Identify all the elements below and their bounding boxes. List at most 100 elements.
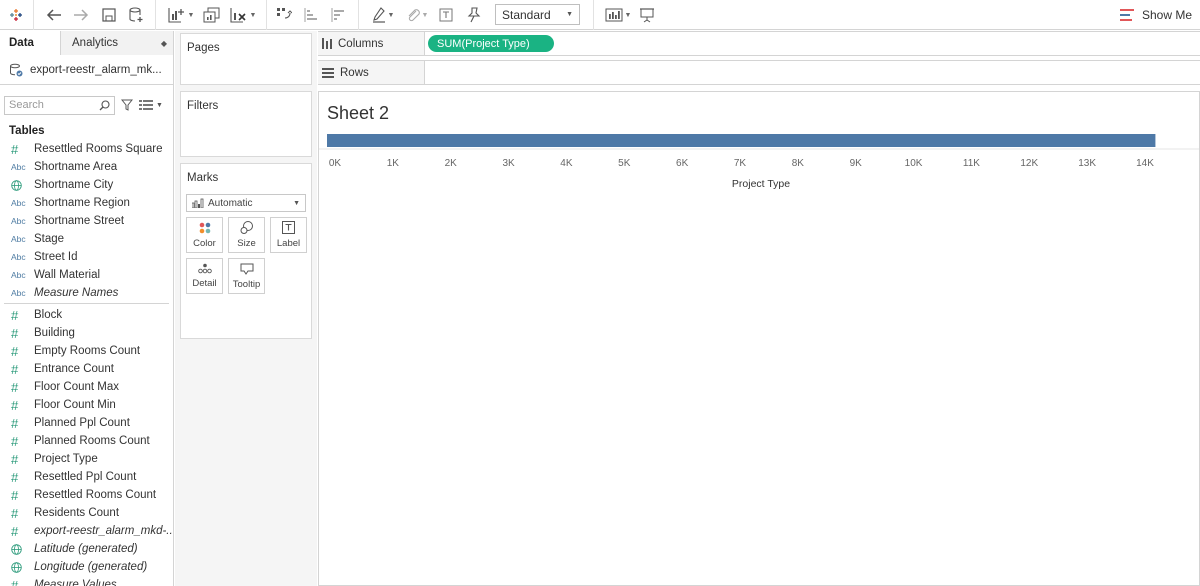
x-axis-title[interactable]: Project Type [732, 178, 790, 190]
field-item[interactable]: # Empty Rooms Count [0, 342, 173, 360]
number-field-icon: # [11, 487, 19, 503]
cards-pane: Pages Filters Marks Automatic ▼ Color Si… [175, 31, 317, 586]
show-mark-labels-icon[interactable] [437, 4, 455, 26]
color-button[interactable]: Color [186, 217, 223, 253]
sort-ascending-icon[interactable] [302, 4, 320, 26]
field-item[interactable]: Abc Wall Material [0, 266, 173, 284]
rows-shelf[interactable]: Rows [318, 60, 1200, 85]
search-input[interactable] [9, 99, 94, 111]
string-field-icon: Abc [11, 216, 26, 226]
field-item[interactable]: # Resettled Rooms Count [0, 486, 173, 504]
x-tick-label: 5K [618, 158, 631, 169]
field-item[interactable]: # Floor Count Min [0, 396, 173, 414]
field-item[interactable]: # Floor Count Max [0, 378, 173, 396]
datasource-item[interactable]: export-reestr_alarm_mk... [0, 55, 173, 85]
tab-analytics[interactable]: Analytics ◆ [61, 31, 173, 55]
detail-button[interactable]: Detail [186, 258, 223, 294]
size-button[interactable]: Size [228, 217, 265, 253]
x-tick-label: 7K [734, 158, 747, 169]
field-label: Shortname Area [34, 161, 118, 173]
number-field-icon: # [11, 451, 19, 467]
number-field-icon: # [11, 361, 19, 377]
field-item[interactable]: Abc Street Id [0, 248, 173, 266]
rows-label-text: Rows [340, 66, 369, 79]
field-divider [4, 302, 169, 304]
field-item[interactable]: Abc Stage [0, 230, 173, 248]
filter-icon[interactable] [121, 99, 133, 111]
duplicate-sheet-icon[interactable] [201, 4, 223, 26]
field-label: Floor Count Min [34, 399, 116, 411]
field-label: Planned Ppl Count [34, 417, 130, 429]
data-pane: Data Analytics ◆ export-reestr_alarm_mk.… [0, 31, 174, 586]
field-item[interactable]: Latitude (generated) [0, 540, 173, 558]
mark-type-select[interactable]: Automatic ▼ [186, 194, 306, 212]
field-item[interactable]: # Planned Rooms Count [0, 432, 173, 450]
field-item[interactable]: Shortname City [0, 176, 173, 194]
label-button[interactable]: Label [270, 217, 307, 253]
field-item[interactable]: Abc Shortname Region [0, 194, 173, 212]
highlight-icon[interactable]: ▼ [368, 4, 398, 26]
presentation-mode-icon[interactable] [638, 4, 656, 26]
x-tick-label: 6K [676, 158, 689, 169]
field-item[interactable]: # export-reestr_alarm_mkd-... [0, 522, 173, 540]
number-field-icon: # [11, 523, 19, 539]
tooltip-icon [240, 263, 253, 275]
field-label: Residents Count [34, 507, 120, 519]
sort-descending-icon[interactable] [329, 4, 347, 26]
pages-card[interactable]: Pages [180, 33, 312, 85]
x-tick-label: 3K [502, 158, 515, 169]
tab-data[interactable]: Data [0, 31, 61, 55]
field-item[interactable]: # Residents Count [0, 504, 173, 522]
field-item[interactable]: # Resettled Ppl Count [0, 468, 173, 486]
view-options-button[interactable]: ▼ [139, 100, 163, 110]
forward-icon[interactable] [72, 4, 90, 26]
save-icon[interactable] [100, 4, 118, 26]
worksheet-view[interactable]: Sheet 2 0K 1K 2K 3K 4K 5K 6K 7K 8K 9K 10K 11K 12K 13K… [318, 91, 1200, 586]
columns-icon [322, 38, 332, 49]
columns-shelf[interactable]: Columns SUM(Project Type) [318, 31, 1200, 56]
field-item[interactable]: Abc Shortname Area [0, 158, 173, 176]
field-item[interactable]: # Resettled Rooms Square [0, 140, 173, 158]
swap-rows-columns-icon[interactable] [275, 4, 293, 26]
field-label: Project Type [34, 453, 98, 465]
string-field-icon: Abc [11, 162, 26, 172]
filters-card-title: Filters [187, 100, 219, 112]
show-me-button[interactable]: Show Me [1120, 4, 1192, 26]
data-pane-tabs: Data Analytics ◆ [0, 31, 173, 55]
field-item[interactable]: Longitude (generated) [0, 558, 173, 576]
field-item[interactable]: # Planned Ppl Count [0, 414, 173, 432]
field-label: Shortname Region [34, 197, 130, 209]
back-icon[interactable] [45, 4, 63, 26]
globe-icon [11, 179, 34, 191]
field-item[interactable]: # Project Type [0, 450, 173, 468]
tableau-logo-icon[interactable] [7, 4, 25, 26]
clear-sheet-icon[interactable]: ▼ [227, 4, 259, 26]
group-members-icon[interactable]: ▼ [402, 4, 432, 26]
tooltip-button[interactable]: Tooltip [228, 258, 265, 294]
mark-buttons: Color Size Label Detail Tooltip [181, 212, 311, 299]
columns-pill-sum-project-type[interactable]: SUM(Project Type) [428, 35, 554, 52]
number-field-icon: # [11, 379, 19, 395]
bar-mark[interactable] [327, 134, 1156, 147]
collapse-toggle-icon[interactable]: ◆ [161, 39, 167, 48]
x-tick-label: 0K [329, 158, 342, 169]
search-row: ▼ [0, 89, 173, 121]
field-label: Entrance Count [34, 363, 114, 375]
field-item[interactable]: # Building [0, 324, 173, 342]
string-field-icon: Abc [11, 252, 26, 262]
pin-icon[interactable] [465, 4, 483, 26]
field-item[interactable]: Abc Shortname Street [0, 212, 173, 230]
field-item[interactable]: # Block [0, 306, 173, 324]
new-datasource-icon[interactable] [127, 4, 145, 26]
field-item[interactable]: Abc Measure Names [0, 284, 173, 302]
number-field-icon: # [11, 343, 19, 359]
number-field-icon: # [11, 307, 19, 323]
number-field-icon: # [11, 577, 19, 586]
field-item[interactable]: # Measure Values [0, 576, 173, 586]
show-cards-icon[interactable]: ▼ [603, 4, 633, 26]
filters-card[interactable]: Filters [180, 91, 312, 157]
new-worksheet-icon[interactable]: ▼ [165, 4, 197, 26]
view-size-select[interactable]: Standard ▼ [495, 4, 580, 25]
x-tick-label: 13K [1078, 158, 1096, 169]
field-item[interactable]: # Entrance Count [0, 360, 173, 378]
